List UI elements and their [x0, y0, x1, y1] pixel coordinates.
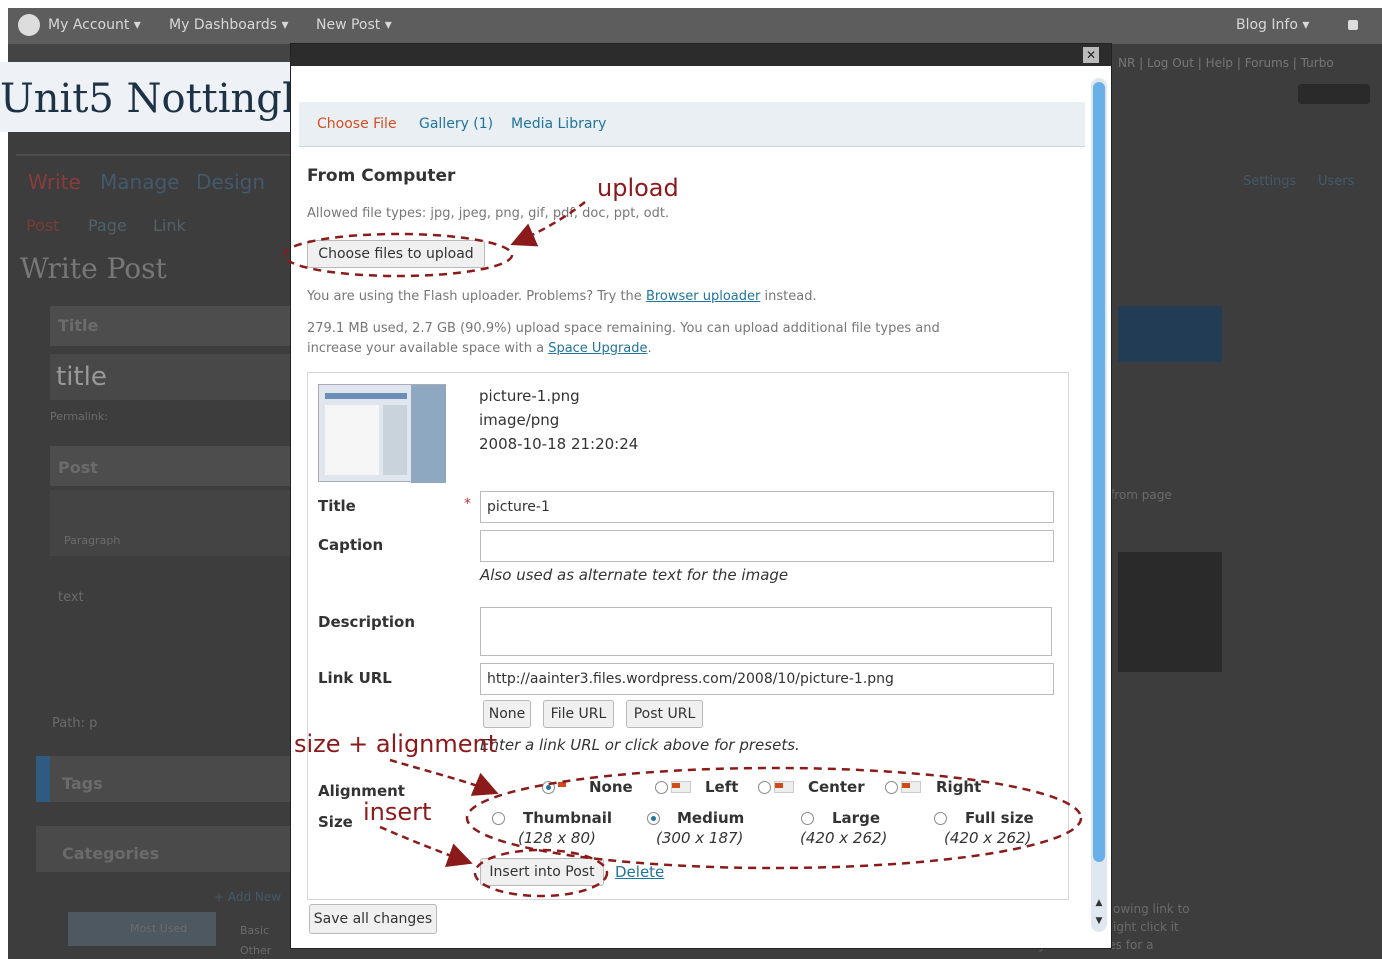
upload-arrow: [510, 201, 586, 247]
insert-arrow: [379, 825, 473, 868]
annotation-upload: upload: [597, 174, 679, 202]
annotation-size-alignment: size + alignment: [294, 730, 498, 758]
annotation-overlay: [282, 201, 1083, 898]
size-alignment-arrow: [389, 758, 499, 796]
insert-ellipse: [473, 848, 609, 898]
upload-ellipse: [282, 232, 514, 278]
size-alignment-ellipse: [465, 766, 1083, 870]
annotation-insert: insert: [363, 798, 432, 826]
